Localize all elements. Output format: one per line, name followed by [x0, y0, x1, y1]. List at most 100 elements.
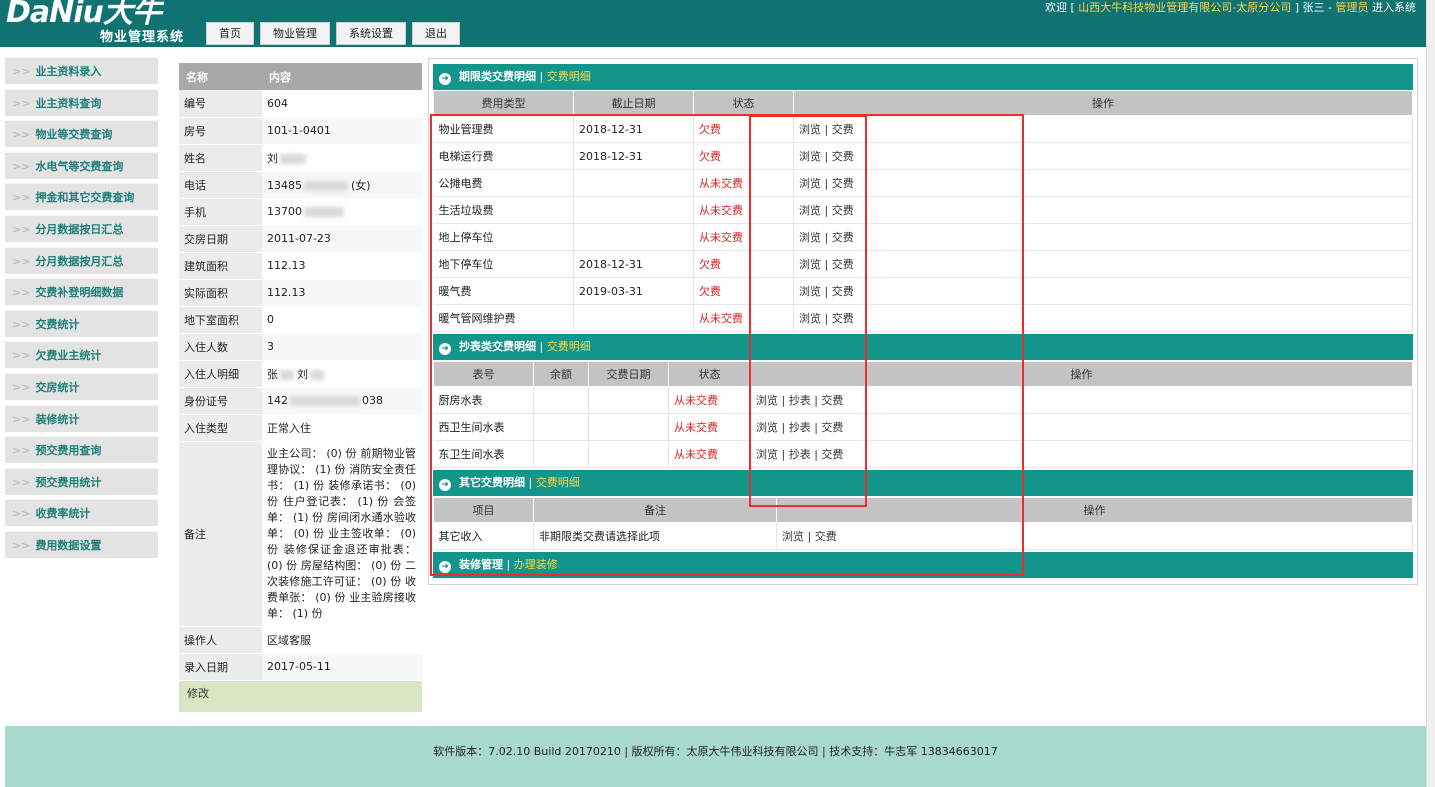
op-link[interactable]: 浏览	[799, 177, 821, 190]
op-link[interactable]: 浏览	[756, 394, 778, 407]
sidebar-item[interactable]: >> 交房统计	[5, 372, 158, 400]
double-arrow-icon: >>	[12, 317, 31, 331]
fee-detail-panel: ➜ 期限类交费明细 | 交费明细 费用类型 截止日期 状态 操作 物业管理费 2018-1…	[428, 58, 1418, 585]
sidebar-item[interactable]: >> 水电气等交费查询	[5, 151, 158, 179]
sidebar-item-label: 交费统计	[35, 317, 80, 331]
ops-separator: |	[821, 177, 832, 190]
ops-separator: |	[778, 448, 789, 461]
info-row: 地下室面积 0	[179, 306, 422, 334]
gender-label: (女)	[351, 178, 371, 192]
op-link[interactable]: 浏览	[799, 312, 821, 325]
table-cell: 2018-12-31	[573, 115, 694, 143]
op-link[interactable]: 浏览	[799, 150, 821, 163]
status-cell: 欠费	[693, 277, 794, 305]
info-row: 交房日期 2011-07-23	[179, 225, 422, 253]
info-value: 区域客服	[267, 633, 311, 647]
operations-cell: 浏览 | 抄表 | 交费	[750, 386, 1413, 414]
op-link[interactable]: 浏览	[782, 530, 804, 543]
other-fees-table: 项目 备注 操作 其它收入 非期限类交费请选择此项 浏览 | 交费	[433, 497, 1413, 550]
op-link[interactable]: 抄表	[789, 448, 811, 461]
info-key: 入住类型	[179, 414, 262, 442]
op-link[interactable]: 浏览	[799, 204, 821, 217]
edit-button[interactable]: 修改	[179, 680, 422, 712]
scrollbar[interactable]	[1426, 0, 1435, 787]
info-key: 备注	[179, 441, 262, 627]
nav-settings-button[interactable]: 系统设置	[336, 22, 406, 45]
op-link[interactable]: 抄表	[789, 421, 811, 434]
op-link[interactable]: 交费	[832, 204, 854, 217]
sidebar-item[interactable]: >> 交费补登明细数据	[5, 278, 158, 306]
op-link[interactable]: 交费	[832, 258, 854, 271]
column-header: 表号	[433, 361, 534, 387]
info-value: 0	[267, 313, 274, 326]
status-cell: 欠费	[693, 250, 794, 278]
op-link[interactable]: 交费	[821, 394, 843, 407]
sidebar-item-label: 费用数据设置	[35, 538, 102, 552]
sidebar-item-label: 物业等交费查询	[35, 128, 113, 142]
column-header: 备注	[533, 497, 777, 523]
sidebar-item[interactable]: >> 分月数据按日汇总	[5, 214, 158, 242]
sidebar-item-label: 业主资料录入	[35, 65, 102, 78]
table-cell: 2018-12-31	[573, 250, 694, 278]
table-cell	[573, 196, 694, 224]
op-link[interactable]: 浏览	[756, 448, 778, 461]
sidebar-item[interactable]: >> 分月数据按月汇总	[5, 246, 158, 274]
op-link[interactable]: 交费	[832, 123, 854, 136]
sidebar-item-label: 预交费用统计	[35, 475, 102, 489]
sidebar-item[interactable]: >> 欠费业主统计	[5, 341, 158, 369]
operations-cell: 浏览 | 交费	[793, 277, 1413, 305]
column-header: 状态	[668, 361, 751, 387]
table-cell	[533, 413, 589, 441]
ops-separator: |	[778, 394, 789, 407]
op-link[interactable]: 浏览	[799, 258, 821, 271]
sidebar-item[interactable]: >> 收费率统计	[5, 499, 158, 527]
sidebar-item[interactable]: >> 预交费用查询	[5, 436, 158, 464]
ops-separator: |	[778, 421, 789, 434]
sidebar-item[interactable]: >> 交费统计	[5, 309, 158, 337]
op-link[interactable]: 抄表	[789, 394, 811, 407]
other-fee-detail-link[interactable]: 交费明细	[536, 476, 580, 489]
op-link[interactable]: 交费	[821, 448, 843, 461]
sidebar-item[interactable]: >> 业主资料查询	[5, 88, 158, 116]
footer: 软件版本：7.02.10 Build 20170210 | 版权所有：太原大牛伟…	[5, 726, 1426, 787]
op-link[interactable]: 交费	[821, 421, 843, 434]
double-arrow-icon: >>	[12, 222, 31, 236]
status-cell: 从未交费	[668, 440, 751, 468]
meter-fee-detail-link[interactable]: 交费明细	[547, 340, 591, 353]
op-link[interactable]: 交费	[832, 177, 854, 190]
info-head-name: 名称	[179, 63, 262, 90]
op-link[interactable]: 交费	[815, 530, 837, 543]
info-value-cell: 2011-07-23	[262, 225, 422, 253]
nav-home-button[interactable]: 首页	[206, 22, 254, 45]
term-fee-detail-link[interactable]: 交费明细	[547, 70, 591, 83]
sidebar-item[interactable]: >> 费用数据设置	[5, 530, 158, 558]
op-link[interactable]: 浏览	[799, 231, 821, 244]
column-header: 操作	[793, 90, 1413, 116]
redacted-mask	[310, 369, 324, 380]
op-link[interactable]: 交费	[832, 231, 854, 244]
op-link[interactable]: 交费	[832, 285, 854, 298]
remark-value: 业主公司： (0) 份 前期物业管理协议： (1) 份 消防安全责任书： (1)…	[262, 441, 422, 627]
sidebar-item[interactable]: >> 押金和其它交费查询	[5, 183, 158, 211]
op-link[interactable]: 交费	[832, 150, 854, 163]
sidebar-item[interactable]: >> 业主资料录入	[5, 57, 158, 84]
column-header: 余额	[533, 361, 589, 387]
sidebar-item[interactable]: >> 物业等交费查询	[5, 120, 158, 148]
ops-separator: |	[821, 285, 832, 298]
info-value-cell: 张刘	[262, 360, 422, 388]
op-link[interactable]: 浏览	[799, 285, 821, 298]
table-row: 生活垃圾费 从未交费 浏览 | 交费	[433, 196, 1413, 224]
info-key: 电话	[179, 171, 262, 199]
info-row: 房号 101-1-0401	[179, 117, 422, 145]
op-link[interactable]: 交费	[832, 312, 854, 325]
info-value-cell: 112.13	[262, 279, 422, 307]
nav-property-button[interactable]: 物业管理	[260, 22, 330, 45]
nav-logout-button[interactable]: 退出	[412, 22, 460, 45]
sidebar-item[interactable]: >> 预交费用统计	[5, 467, 158, 495]
sidebar-item[interactable]: >> 装修统计	[5, 404, 158, 432]
op-link[interactable]: 浏览	[799, 123, 821, 136]
op-link[interactable]: 浏览	[756, 421, 778, 434]
decoration-link[interactable]: 办理装修	[514, 558, 558, 571]
info-value: 刘	[267, 151, 278, 165]
info-value-cell: 刘	[262, 144, 422, 172]
